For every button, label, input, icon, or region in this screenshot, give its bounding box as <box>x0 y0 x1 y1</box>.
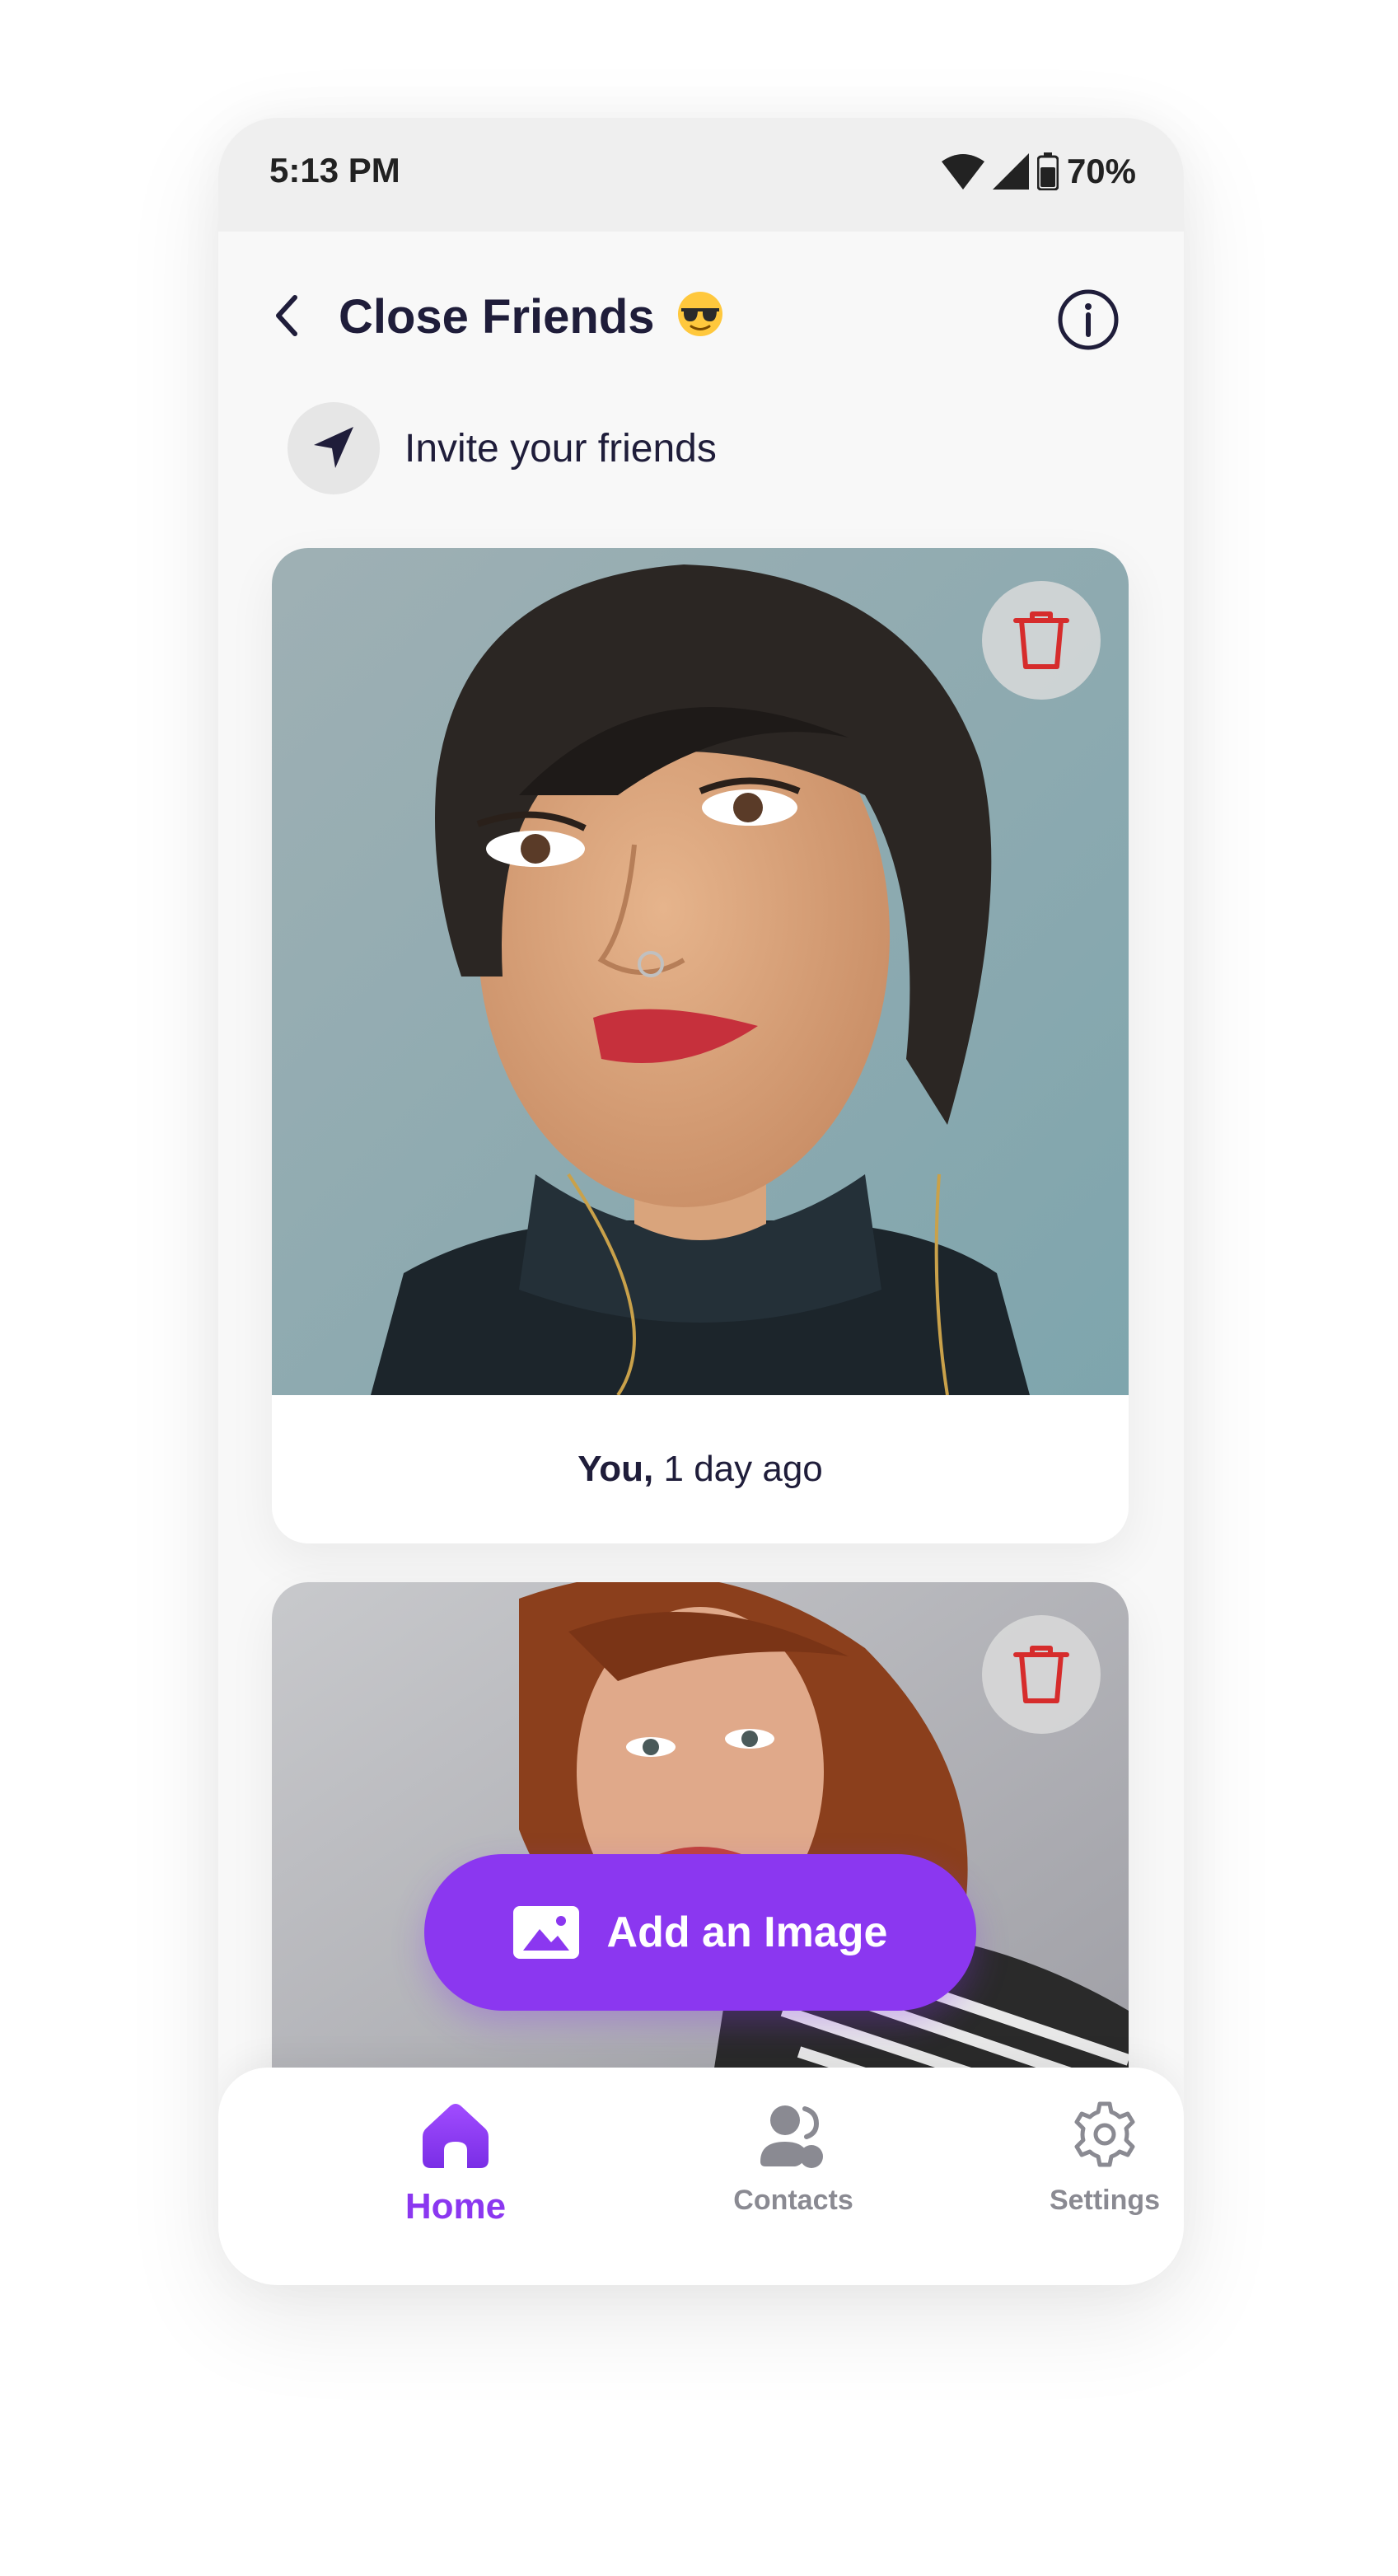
tab-contacts[interactable]: Contacts <box>670 2068 917 2285</box>
trash-icon <box>1013 611 1069 669</box>
invite-friends-button[interactable]: Invite your friends <box>288 402 717 494</box>
add-image-label: Add an Image <box>606 1909 888 1956</box>
contacts-icon <box>760 2105 823 2168</box>
post-time: 1 day ago <box>663 1449 823 1489</box>
status-time: 5:13 PM <box>269 151 400 190</box>
sunglasses-emoji-icon <box>677 292 722 336</box>
phone-frame: 5:13 PM 70% Close Friends Invite your fr… <box>218 118 1184 2285</box>
post-caption: You, 1 day ago <box>272 1395 1129 1543</box>
tab-contacts-label: Contacts <box>733 2185 853 2216</box>
battery-icon <box>1036 152 1059 190</box>
post-author: You, <box>577 1449 654 1489</box>
tab-settings-label: Settings <box>1049 2185 1161 2216</box>
gear-icon <box>1074 2101 1135 2167</box>
delete-post-button[interactable] <box>982 1615 1101 1734</box>
home-icon <box>423 2104 489 2168</box>
info-icon <box>1058 289 1119 350</box>
info-button[interactable] <box>1055 287 1121 353</box>
tab-home-label: Home <box>404 2186 507 2227</box>
delete-post-button[interactable] <box>982 581 1101 700</box>
page-title-text: Close Friends <box>339 290 655 344</box>
post-card[interactable]: You, 1 day ago <box>272 548 1129 1543</box>
status-icons: 70% <box>941 151 1136 192</box>
signal-icon <box>992 153 1029 190</box>
navigation-arrow-icon <box>314 427 353 468</box>
bottom-tab-bar: Home Contacts Settings <box>218 2068 1184 2285</box>
back-icon <box>276 295 297 336</box>
tab-home[interactable]: Home <box>332 2068 579 2285</box>
status-bar: 5:13 PM 70% <box>218 118 1184 232</box>
back-button[interactable] <box>261 283 311 349</box>
invite-icon-circle <box>288 402 380 494</box>
wifi-icon <box>941 154 984 190</box>
tab-settings[interactable]: Settings <box>981 2068 1184 2285</box>
image-icon <box>512 1906 579 1959</box>
battery-level: 70% <box>1066 152 1136 190</box>
trash-icon <box>1013 1646 1069 1703</box>
invite-label: Invite your friends <box>404 426 717 471</box>
page-title: Close Friends <box>339 289 724 344</box>
add-image-button[interactable]: Add an Image <box>424 1854 976 2011</box>
